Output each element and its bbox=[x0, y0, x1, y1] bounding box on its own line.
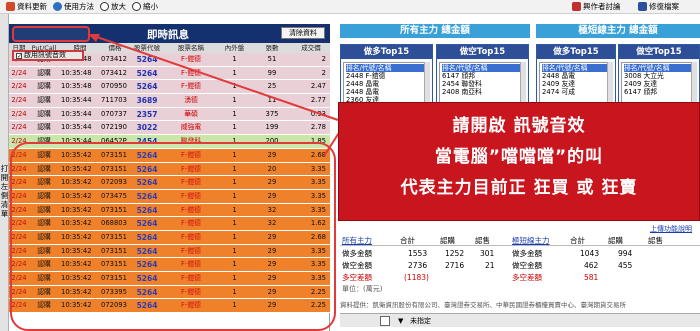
column-header: 認購 bbox=[608, 236, 623, 245]
all-force-label[interactable]: 所有主力 bbox=[342, 235, 372, 246]
list-item[interactable]: 2454 聯發科 bbox=[442, 80, 523, 88]
row-label: 做多金額 bbox=[342, 249, 372, 258]
column-header: 合計 bbox=[570, 236, 585, 245]
sell-top15-title: 做空Top15 bbox=[437, 45, 528, 59]
filter-bar: ▼ 未指定 bbox=[340, 313, 700, 327]
list-item[interactable]: 6147 頎邦 bbox=[442, 72, 523, 80]
cell-type: 認購 bbox=[37, 82, 51, 91]
value: 462 bbox=[584, 261, 599, 270]
cell-date: 2/24 bbox=[11, 96, 27, 105]
filter-label: 未指定 bbox=[410, 317, 431, 325]
help-icon bbox=[53, 2, 62, 11]
forum-button[interactable]: 興作者討論 bbox=[572, 1, 621, 12]
summary-area: 上傳功能說明 所有主力 合計 認購 認售 極短線主力 合計 認購 認售 做多金額… bbox=[340, 225, 700, 293]
row-label: 做多金額 bbox=[512, 249, 542, 258]
sound-toggle-label: 啟用訊號音效 bbox=[24, 51, 66, 59]
callout-line: 當電腦”噹噹噹”的叫 bbox=[434, 147, 604, 167]
callout-line: 請開啟 訊號音效 bbox=[452, 116, 586, 136]
zoom-out-icon bbox=[132, 2, 141, 11]
wrench-icon bbox=[638, 2, 647, 11]
zoom-in-button[interactable]: 放大 bbox=[100, 1, 126, 12]
zoom-out-button[interactable]: 縮小 bbox=[132, 1, 158, 12]
cell-date: 2/24 bbox=[11, 68, 27, 77]
list-item[interactable]: 6147 頎邦 bbox=[624, 88, 694, 96]
list-item[interactable]: 2448 F-鎧德 bbox=[346, 72, 427, 80]
value: 1252 bbox=[445, 249, 465, 258]
value: 21 bbox=[485, 261, 495, 270]
help-button[interactable]: 使用方法 bbox=[53, 1, 94, 12]
list-item[interactable]: 排名/代號/名稱 bbox=[346, 64, 427, 72]
row-label: 多空差額 bbox=[342, 273, 372, 282]
unit-row: 單位：(萬元) bbox=[340, 284, 700, 295]
all-force-title: 所有主力 總金額 bbox=[340, 24, 530, 38]
sidebar-vertical-label: 打開左側清單 bbox=[0, 164, 9, 218]
refresh-icon bbox=[6, 2, 15, 11]
zoom-in-icon bbox=[100, 2, 109, 11]
row-label: 做空金額 bbox=[342, 261, 372, 270]
value: 455 bbox=[618, 261, 633, 270]
column-header: 合計 bbox=[400, 236, 415, 245]
help-link[interactable]: 上傳功能說明 bbox=[650, 224, 692, 234]
row-label: 做空金額 bbox=[512, 261, 542, 270]
chevron-down-icon: ▼ bbox=[398, 317, 404, 325]
list-item[interactable]: 2409 友達 bbox=[624, 80, 694, 88]
list-item[interactable]: 2474 可成 bbox=[542, 88, 610, 96]
sound-toggle[interactable]: ✓ 啟用訊號音效 bbox=[12, 50, 84, 61]
value: 1553 bbox=[408, 249, 428, 258]
data-source: 資料提供：凱衛資訊股份有限公司、臺灣證券交易所、中華民國證券櫃檯買賣中心、臺灣期… bbox=[340, 301, 626, 309]
summary-row: 做多金額 1553 1252 301 做多金額 1043 994 bbox=[340, 248, 700, 259]
arrow-to-sound bbox=[88, 34, 339, 121]
short-force-label[interactable]: 極短線主力 bbox=[512, 235, 550, 246]
summary-row: 做空金額 2736 2716 21 做空金額 462 455 bbox=[340, 260, 700, 271]
cell-type: 認購 bbox=[37, 68, 51, 77]
checkbox-checked-icon[interactable]: ✓ bbox=[16, 52, 22, 59]
list-item[interactable]: 排名/代號/名稱 bbox=[624, 64, 694, 72]
value: 1043 bbox=[580, 249, 600, 258]
column-header: 認售 bbox=[648, 236, 663, 245]
cell-date: 2/24 bbox=[11, 123, 27, 132]
cell-type: 認購 bbox=[37, 123, 51, 132]
list-item[interactable]: 2448 晶電 bbox=[542, 72, 610, 80]
summary-net-row: 多空差額 (1183) 多空差額 581 bbox=[340, 272, 700, 283]
instruction-callout: 請開啟 訊號音效 當電腦”噹噹噹”的叫 代表主力目前正 狂買 或 狂賣 bbox=[338, 102, 700, 221]
value: (1183) bbox=[404, 273, 429, 282]
value: 2716 bbox=[445, 261, 465, 270]
column-header: 認售 bbox=[475, 236, 490, 245]
buy-top15-title: 做多Top15 bbox=[537, 45, 615, 59]
list-item[interactable]: 2409 友達 bbox=[542, 80, 610, 88]
toolbar: 資料更新 使用方法 放大 縮小 興作者討論 修復檔案 bbox=[0, 0, 700, 14]
list-item[interactable]: 2408 南亞科 bbox=[442, 88, 523, 96]
list-item[interactable]: 排名/代號/名稱 bbox=[542, 64, 610, 72]
cell-date: 2/24 bbox=[11, 109, 27, 118]
callout-line: 代表主力目前正 狂買 或 狂賣 bbox=[400, 178, 638, 198]
sell-top15-title: 做空Top15 bbox=[619, 45, 699, 59]
orange-rows-highlight bbox=[10, 142, 336, 331]
value: 581 bbox=[584, 273, 599, 282]
cell-type: 認購 bbox=[37, 96, 51, 105]
left-sidebar-toggle[interactable]: 打開左側清單 bbox=[0, 14, 9, 331]
repair-button[interactable]: 修復檔案 bbox=[638, 1, 679, 12]
cell-date: 2/24 bbox=[11, 82, 27, 91]
value: 994 bbox=[618, 249, 633, 258]
unit-label: 單位：(萬元) bbox=[342, 285, 383, 293]
short-force-title: 極短線主力 總金額 bbox=[536, 24, 700, 38]
value: 301 bbox=[480, 249, 495, 258]
chat-icon bbox=[572, 2, 581, 11]
filter-dropdown[interactable] bbox=[380, 316, 390, 326]
list-item[interactable]: 2448 晶電 bbox=[346, 80, 427, 88]
refresh-button[interactable]: 資料更新 bbox=[6, 1, 47, 12]
list-item[interactable]: 排名/代號/名稱 bbox=[442, 64, 523, 72]
row-label: 多空差額 bbox=[512, 273, 542, 282]
summary-header-row: 所有主力 合計 認購 認售 極短線主力 合計 認購 認售 bbox=[340, 235, 700, 246]
sound-highlight bbox=[12, 26, 90, 42]
list-item[interactable]: 2448 晶電 bbox=[346, 88, 427, 96]
buy-top15-title: 做多Top15 bbox=[341, 45, 432, 59]
arrow-line bbox=[93, 35, 339, 121]
cell-type: 認購 bbox=[37, 109, 51, 118]
value: 2736 bbox=[408, 261, 428, 270]
list-item[interactable]: 3008 大立光 bbox=[624, 72, 694, 80]
column-header: 認購 bbox=[440, 236, 455, 245]
